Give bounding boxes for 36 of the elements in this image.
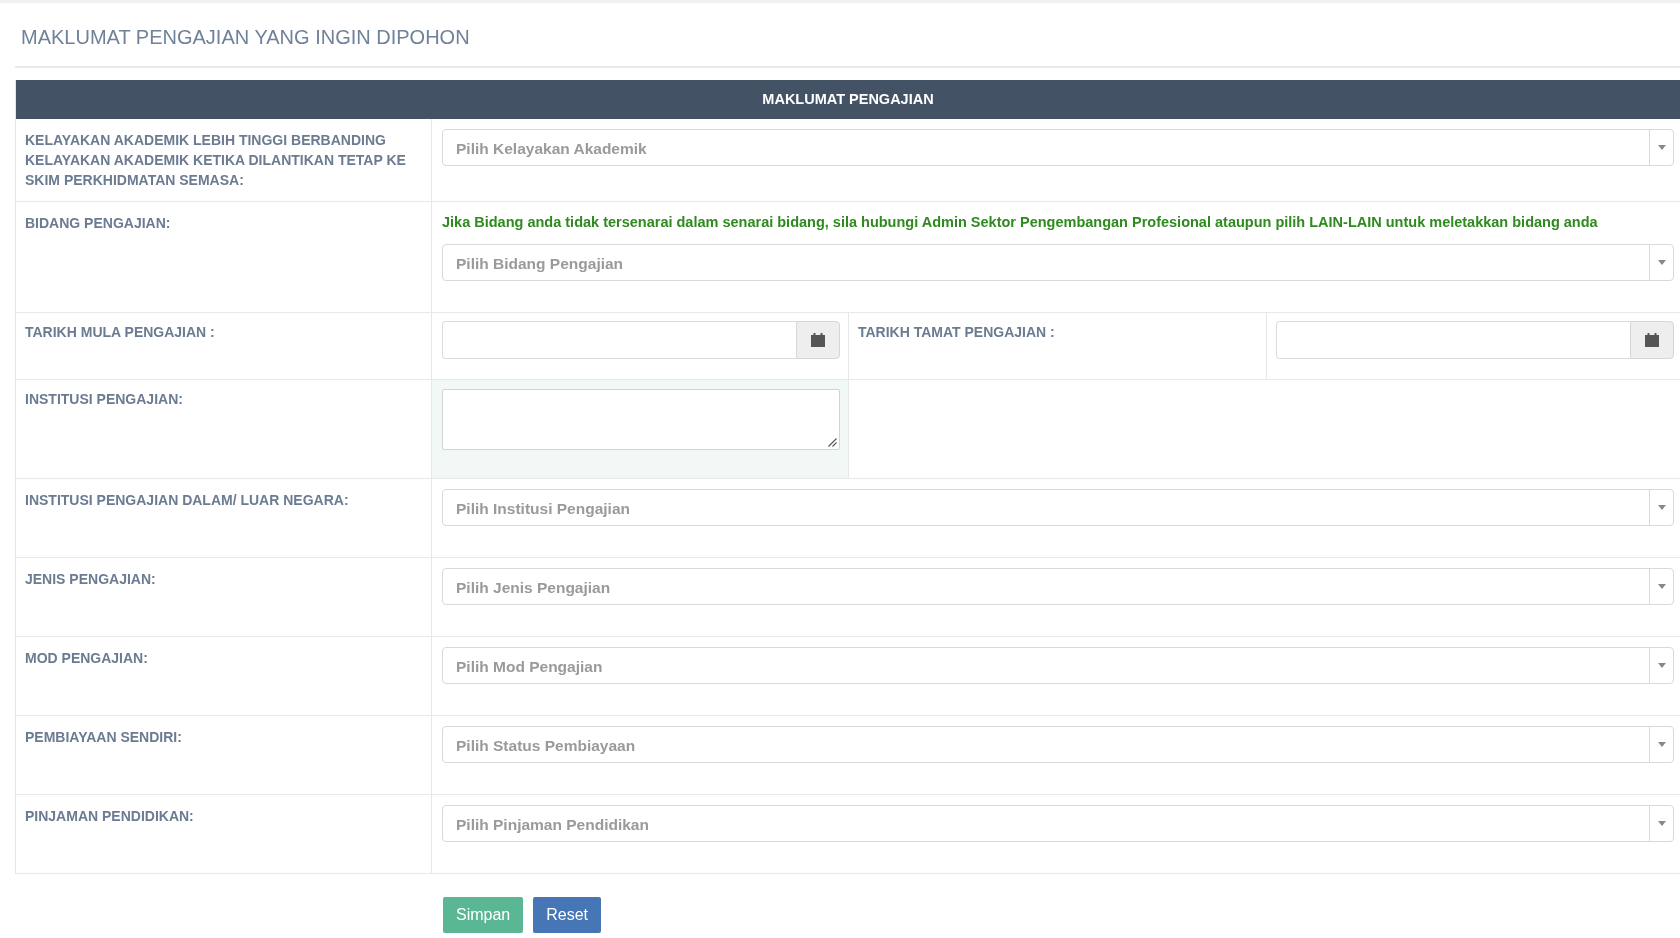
dropdown[interactable]: Pilih Jenis Pengajian — [442, 568, 1674, 605]
field-label: TARIKH MULA PENGAJIAN : — [16, 313, 432, 379]
reset-button[interactable]: Reset — [533, 897, 602, 933]
field-label: KELAYAKAN AKADEMIK LEBIH TINGGI BERBANDING KELAYAKAN AKADEMIK KETIKA DILANTIKAN TETAP KE SKIM PERKHIDMATAN SEMASA: — [16, 119, 432, 201]
help-text: Jika Bidang anda tidak tersenarai dalam senarai bidang, sila hubungi Admin Sektor Pengembangan Profesional ataupun pilih LAIN-LAIN untuk meletakkan bidang anda — [442, 213, 1599, 232]
calendar-button[interactable] — [1630, 321, 1674, 359]
caret-icon — [1657, 260, 1666, 265]
dropdown[interactable]: Pilih Status Pembiayaan — [442, 726, 1674, 763]
calendar-icon — [1645, 333, 1659, 347]
dropdown[interactable]: Pilih Bidang Pengajian — [442, 244, 1674, 281]
text-area[interactable] — [442, 389, 840, 450]
calendar-icon — [811, 333, 825, 347]
save-button[interactable]: Simpan — [443, 897, 524, 933]
caret-icon — [1657, 584, 1666, 589]
caret-icon — [1657, 145, 1666, 150]
dropdown[interactable]: Pilih Institusi Pengajian — [442, 489, 1674, 526]
resize-grip-icon — [828, 438, 837, 447]
caret-icon — [1657, 663, 1666, 668]
dropdown[interactable]: Pilih Mod Pengajian — [442, 647, 1674, 684]
field-label: PINJAMAN PENDIDIKAN: — [16, 795, 432, 873]
field-label: INSTITUSI PENGAJIAN DALAM/ LUAR NEGARA: — [16, 479, 432, 557]
field-label: MOD PENGAJIAN: — [16, 637, 432, 715]
dropdown[interactable]: Pilih Pinjaman Pendidikan — [442, 805, 1674, 842]
date-field[interactable] — [1276, 321, 1630, 359]
field-label: JENIS PENGAJIAN: — [16, 558, 432, 636]
field-label: PEMBIAYAAN SENDIRI: — [16, 716, 432, 794]
caret-icon — [1657, 821, 1666, 826]
field-label: TARIKH TAMAT PENGAJIAN : — [849, 313, 1267, 379]
caret-icon — [1657, 742, 1666, 747]
dropdown[interactable]: Pilih Kelayakan Akademik — [442, 129, 1674, 166]
caret-icon — [1657, 505, 1666, 510]
section-header: MAKLUMAT PENGAJIAN — [16, 80, 1680, 119]
calendar-button[interactable] — [796, 321, 840, 359]
field-label: BIDANG PENGAJIAN: — [16, 202, 432, 312]
page-title: MAKLUMAT PENGAJIAN YANG INGIN DIPOHON — [21, 25, 470, 49]
date-field[interactable] — [442, 321, 796, 359]
